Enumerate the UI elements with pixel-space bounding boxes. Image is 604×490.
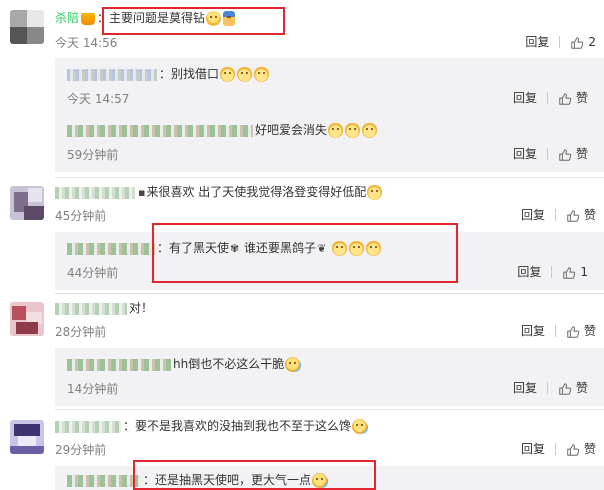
cat-face-emoji-icon	[254, 67, 270, 82]
action-divider	[554, 325, 556, 337]
reply-text-line: ：别找借口	[67, 64, 270, 84]
like-button[interactable]: 赞	[566, 439, 596, 459]
username-link[interactable]	[55, 420, 121, 433]
cat-face-emoji-icon	[328, 123, 344, 138]
like-label: 赞	[583, 442, 596, 456]
reply-text-line: hh倒也不必这么干脆	[67, 354, 301, 374]
like-button[interactable]: 1	[562, 262, 588, 282]
thumbs-up-icon	[558, 148, 572, 162]
cat-face-emoji-icon	[362, 123, 378, 138]
username-link[interactable]	[67, 68, 157, 81]
comment-text: 对！	[129, 301, 154, 315]
reply-text-line: 好吧爱会消失	[67, 120, 378, 140]
vip-badge-icon	[81, 12, 96, 25]
cat-face-emoji-icon	[367, 185, 383, 200]
like-button[interactable]: 赞	[566, 321, 596, 341]
highlight-box	[102, 7, 285, 35]
thumbs-up-icon	[566, 209, 580, 223]
reply-actions: 回复 赞	[513, 378, 588, 398]
username-link[interactable]	[55, 302, 127, 315]
comment-time: 今天 14:56	[55, 36, 118, 50]
reply-thread: ：别找借口 今天 14:57 回复 赞 好吧爱会消失 59分钟前 回复 赞	[55, 58, 604, 172]
action-divider	[551, 266, 553, 278]
comment-text-line: ：要不是我喜欢的没抽到我也不至于这么馋	[55, 416, 368, 436]
like-button[interactable]: 赞	[558, 378, 588, 398]
like-count: 1	[580, 265, 588, 279]
reply-text: ：别找借口	[159, 67, 220, 81]
thumbs-up-icon	[562, 266, 576, 280]
reply-button[interactable]: 回复	[521, 321, 545, 341]
comment-text-line: 对！	[55, 298, 153, 318]
username-link[interactable]	[55, 186, 135, 199]
reply-actions: 回复 赞	[513, 88, 588, 108]
username-link[interactable]	[67, 358, 171, 371]
comment-time: 28分钟前	[55, 325, 107, 339]
comment-item: 杀陪 ：主要问题是莫得钻 今天 14:56 回复 2 ：别找借口 今天 14:57…	[0, 0, 604, 178]
reply-button[interactable]: 回复	[521, 439, 545, 459]
reply-text: hh倒也不必这么干脆	[173, 357, 285, 371]
action-divider	[554, 443, 556, 455]
action-divider	[546, 148, 548, 160]
comment-time: 45分钟前	[55, 209, 107, 223]
highlight-box	[133, 460, 376, 490]
reply-button[interactable]: 回复	[513, 378, 537, 398]
comment-text: 来很喜欢 出了天使我觉得洛登变得好低配	[146, 185, 367, 199]
action-divider	[559, 36, 561, 48]
sweat-smile-emoji-icon	[285, 357, 301, 372]
highlight-box	[152, 223, 458, 283]
comment-actions: 回复 赞	[521, 205, 596, 225]
like-label: 赞	[583, 208, 596, 222]
reply-button[interactable]: 回复	[521, 205, 545, 225]
like-button[interactable]: 赞	[558, 144, 588, 164]
avatar[interactable]	[10, 10, 44, 44]
thumbs-up-icon	[566, 443, 580, 457]
like-button[interactable]: 2	[570, 32, 596, 52]
like-button[interactable]: 赞	[566, 205, 596, 225]
comment-text-line: ▪来很喜欢 出了天使我觉得洛登变得好低配	[55, 182, 383, 202]
action-divider	[546, 382, 548, 394]
action-divider	[546, 92, 548, 104]
cat-face-emoji-icon	[345, 123, 361, 138]
reply-actions: 回复 1	[517, 262, 588, 282]
like-count: 2	[588, 35, 596, 49]
avatar[interactable]	[10, 420, 44, 454]
reply-time: 14分钟前	[67, 382, 119, 396]
avatar[interactable]	[10, 302, 44, 336]
thumbs-up-icon	[566, 325, 580, 339]
like-label: 赞	[583, 324, 596, 338]
username-link[interactable]	[67, 242, 155, 255]
reply-button[interactable]: 回复	[517, 262, 541, 282]
action-divider	[554, 209, 556, 221]
avatar[interactable]	[10, 186, 44, 220]
thumbs-up-icon	[558, 92, 572, 106]
thumbs-up-icon	[558, 382, 572, 396]
reply-time: 44分钟前	[67, 266, 119, 280]
username-link[interactable]	[67, 474, 141, 487]
comment-item: 对！ 28分钟前 回复 赞 hh倒也不必这么干脆 14分钟前 回复 赞	[0, 294, 604, 410]
comment-text: ：要不是我喜欢的没抽到我也不至于这么馋	[123, 419, 352, 433]
comment-actions: 回复 2	[525, 32, 596, 52]
reply-actions: 回复 赞	[513, 144, 588, 164]
sweat-smile-emoji-icon	[352, 419, 368, 434]
like-label: 赞	[575, 381, 588, 395]
username-link[interactable]	[67, 124, 253, 137]
cat-face-emoji-icon	[220, 67, 236, 82]
reply-thread: hh倒也不必这么干脆 14分钟前 回复 赞	[55, 348, 604, 406]
thumbs-up-icon	[570, 36, 584, 50]
reply-button[interactable]: 回复	[513, 144, 537, 164]
reply-button[interactable]: 回复	[513, 88, 537, 108]
comment-time: 29分钟前	[55, 443, 107, 457]
reply-time: 今天 14:57	[67, 92, 130, 106]
like-label: 赞	[575, 147, 588, 161]
reply-time: 59分钟前	[67, 148, 119, 162]
like-label: 赞	[575, 91, 588, 105]
cat-face-emoji-icon	[237, 67, 253, 82]
comment-actions: 回复 赞	[521, 439, 596, 459]
flag-emoji-icon: ▪	[138, 185, 146, 199]
reply-text: 好吧爱会消失	[255, 123, 328, 137]
comment-actions: 回复 赞	[521, 321, 596, 341]
like-button[interactable]: 赞	[558, 88, 588, 108]
reply-button[interactable]: 回复	[525, 32, 549, 52]
username-link[interactable]: 杀陪	[55, 8, 79, 28]
